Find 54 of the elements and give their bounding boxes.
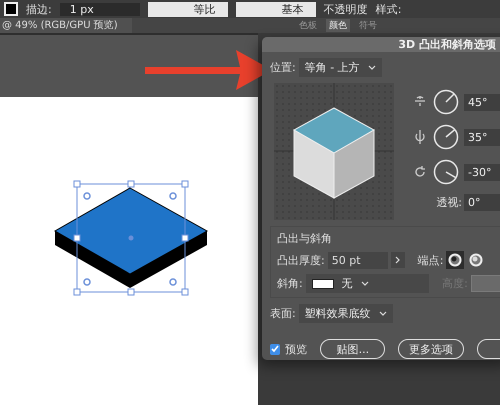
section-heading: 凸出与斜角: [277, 231, 333, 246]
depth-label: 凸出厚度:: [277, 252, 325, 268]
resize-handle[interactable]: [128, 288, 134, 296]
cap-label: 端点:: [418, 252, 444, 268]
height-field[interactable]: [470, 275, 500, 292]
rotation-dial[interactable]: [433, 159, 459, 185]
resize-handle[interactable]: [182, 180, 188, 188]
stroke-width-dropdown[interactable]: 1 px: [60, 2, 140, 16]
control-label: 描边:: [26, 2, 52, 16]
dialog-title: 3D 凸出和斜角选项: [398, 37, 496, 52]
control-label: 不透明度: [324, 2, 368, 16]
resize-handle[interactable]: [182, 234, 188, 242]
cap-on-icon[interactable]: [446, 251, 464, 269]
preview-label: 预览: [285, 342, 308, 356]
angle-field[interactable]: -30°: [464, 164, 500, 180]
control-label: 样式:: [376, 2, 402, 16]
center-point-icon: [128, 236, 134, 240]
cube-preview[interactable]: [274, 83, 394, 220]
panel-tab[interactable]: 颜色: [326, 19, 350, 32]
bevel-label: 斜角:: [277, 276, 303, 291]
caret-icon: [360, 281, 369, 286]
corner-widget-icon[interactable]: [83, 278, 91, 286]
position-dropdown[interactable]: 等角 - 上方: [298, 58, 382, 77]
position-label: 位置:: [270, 60, 296, 75]
bevel-dropdown[interactable]: 无: [306, 274, 430, 293]
resize-handle[interactable]: [128, 180, 134, 188]
resize-handle[interactable]: [74, 288, 80, 296]
cap-off-icon[interactable]: [467, 251, 486, 269]
chevron-right-icon[interactable]: [390, 252, 405, 268]
angle-field[interactable]: 45°: [464, 94, 500, 110]
resize-handle[interactable]: [182, 288, 188, 296]
perspective-label: 透视:: [436, 195, 462, 210]
resize-handle[interactable]: [74, 234, 80, 242]
rotation-dial[interactable]: [433, 124, 459, 150]
dialog-button[interactable]: 贴图...: [320, 339, 386, 359]
stroke-swatch[interactable]: [4, 2, 18, 16]
perspective-field[interactable]: 0°: [464, 194, 500, 211]
depth-field[interactable]: 50 pt: [328, 252, 388, 268]
preview-checkbox[interactable]: [270, 344, 280, 354]
extruded-diamond-drawing[interactable]: [54, 187, 208, 288]
dialog-button[interactable]: 更多选项: [398, 339, 464, 359]
corner-widget-icon[interactable]: [169, 278, 177, 286]
document-tab[interactable]: @ 49% (RGB/GPU 预览): [0, 18, 132, 33]
surface-dropdown[interactable]: 塑料效果底纹: [298, 304, 393, 323]
caret-icon: [378, 311, 387, 316]
profile-field[interactable]: 基本: [236, 2, 316, 16]
resize-handle[interactable]: [74, 180, 80, 188]
rotation-dial[interactable]: [433, 89, 459, 115]
corner-widget-icon[interactable]: [169, 192, 177, 200]
caret-icon: [368, 65, 376, 70]
surface-label: 表面:: [270, 306, 296, 321]
corner-widget-icon[interactable]: [83, 192, 91, 200]
angle-field[interactable]: 35°: [464, 128, 500, 146]
profile-field[interactable]: 等比: [148, 2, 228, 16]
